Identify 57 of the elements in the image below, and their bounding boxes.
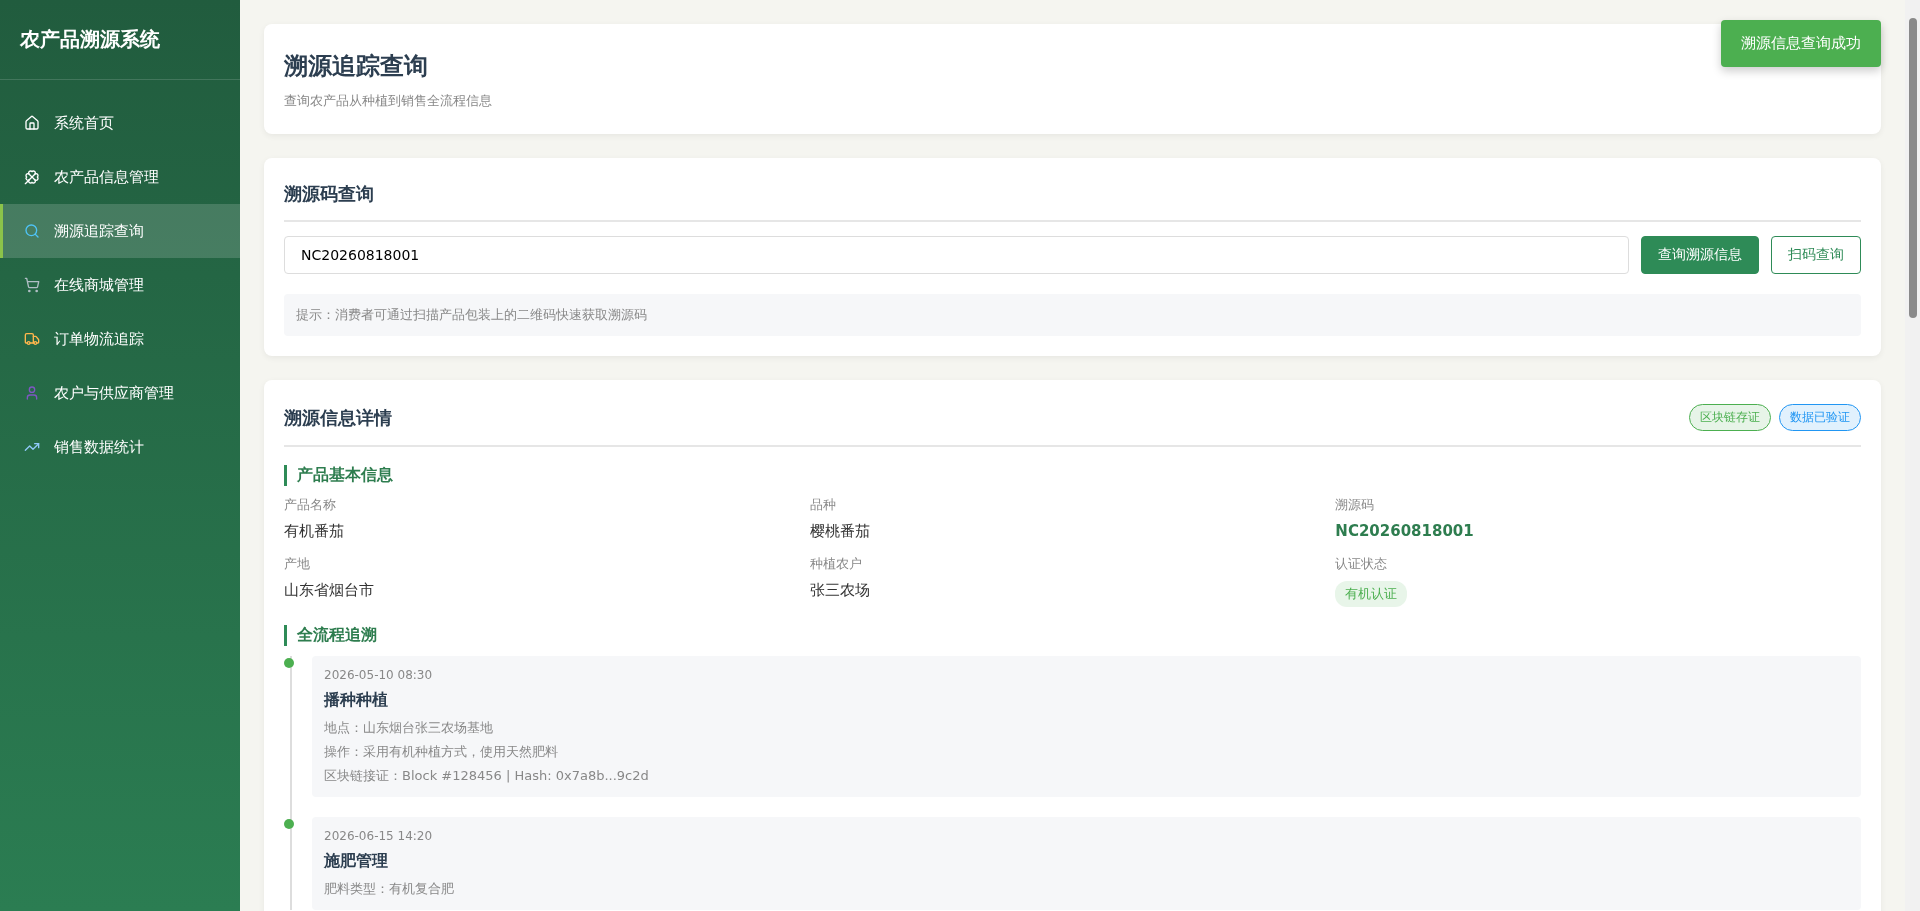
- truck-icon: [24, 331, 40, 347]
- scan-button[interactable]: 扫码查询: [1771, 236, 1861, 274]
- entry-time: 2026-06-15 14:20: [324, 829, 434, 843]
- clover-icon: [24, 169, 40, 185]
- timeline-dot: [284, 658, 294, 668]
- scrollbar[interactable]: [1905, 0, 1920, 911]
- status-badge: 区块链存证: [1689, 404, 1771, 431]
- nav-label: 销售数据统计: [54, 437, 144, 457]
- home-icon: [24, 115, 40, 131]
- nav-item[interactable]: 订单物流追踪: [0, 312, 240, 366]
- cart-icon: [24, 277, 40, 293]
- entry-time: 2026-05-10 08:30: [324, 668, 434, 682]
- field-value: 樱桃番茄: [809, 522, 870, 541]
- nav-label: 农产品信息管理: [54, 167, 159, 187]
- nav-label: 溯源追踪查询: [54, 221, 144, 241]
- person-icon: [24, 385, 40, 401]
- field-value: 山东省烟台市: [284, 581, 374, 600]
- field-label: 产品名称: [284, 496, 336, 514]
- page-title: 溯源追踪查询: [284, 51, 429, 82]
- entry-detail: 肥料类型：有机复合肥: [324, 880, 455, 898]
- nav-label: 系统首页: [54, 113, 114, 133]
- field-value: NC20260818001: [1335, 522, 1474, 540]
- field-label: 品种: [809, 496, 836, 514]
- field-label: 认证状态: [1335, 555, 1388, 573]
- field-label: 产地: [284, 555, 310, 573]
- app-title: 农产品溯源系统: [0, 0, 240, 80]
- card-title: 溯源码查询: [284, 182, 374, 206]
- field-value: 有机番茄: [284, 522, 344, 541]
- nav-label: 农户与供应商管理: [54, 383, 174, 403]
- entry-title: 播种种植: [324, 690, 389, 711]
- status-badge: 数据已验证: [1779, 404, 1861, 431]
- field-label: 溯源码: [1335, 496, 1375, 514]
- section-title: 产品基本信息: [284, 465, 1861, 486]
- trace-code-field[interactable]: NC20260818001: [284, 236, 1629, 274]
- nav-item[interactable]: 系统首页: [0, 96, 240, 150]
- section-title: 全流程追溯: [284, 625, 1861, 646]
- certification-tag: 有机认证: [1335, 581, 1408, 607]
- page-subtitle: 查询农产品从种植到销售全流程信息: [284, 92, 493, 110]
- nav-item[interactable]: 溯源追踪查询: [0, 204, 240, 258]
- nav-item[interactable]: 销售数据统计: [0, 420, 240, 474]
- timeline-dot: [284, 819, 294, 829]
- nav-item[interactable]: 在线商城管理: [0, 258, 240, 312]
- entry-title: 施肥管理: [324, 851, 389, 872]
- hint-text: 提示：消费者可通过扫描产品包装上的二维码快速获取溯源码: [284, 294, 1861, 336]
- entry-detail: 地点：山东烟台张三农场基地: [324, 719, 494, 737]
- entry-detail: 区块链接证：Block #128456 | Hash: 0x7a8b...9c2d: [324, 767, 650, 785]
- nav-label: 订单物流追踪: [54, 329, 144, 349]
- success-toast: 溯源信息查询成功: [1721, 20, 1881, 67]
- entry-detail: 操作：采用有机种植方式，使用天然肥料: [324, 743, 559, 761]
- nav-item[interactable]: 农户与供应商管理: [0, 366, 240, 420]
- field-value: 张三农场: [809, 581, 870, 600]
- nav-item[interactable]: 农产品信息管理: [0, 150, 240, 204]
- field-label: 种植农户: [809, 555, 862, 573]
- search-icon: [24, 223, 40, 239]
- nav-label: 在线商城管理: [54, 275, 144, 295]
- card-title: 溯源信息详情: [284, 405, 392, 430]
- query-button[interactable]: 查询溯源信息: [1641, 236, 1759, 274]
